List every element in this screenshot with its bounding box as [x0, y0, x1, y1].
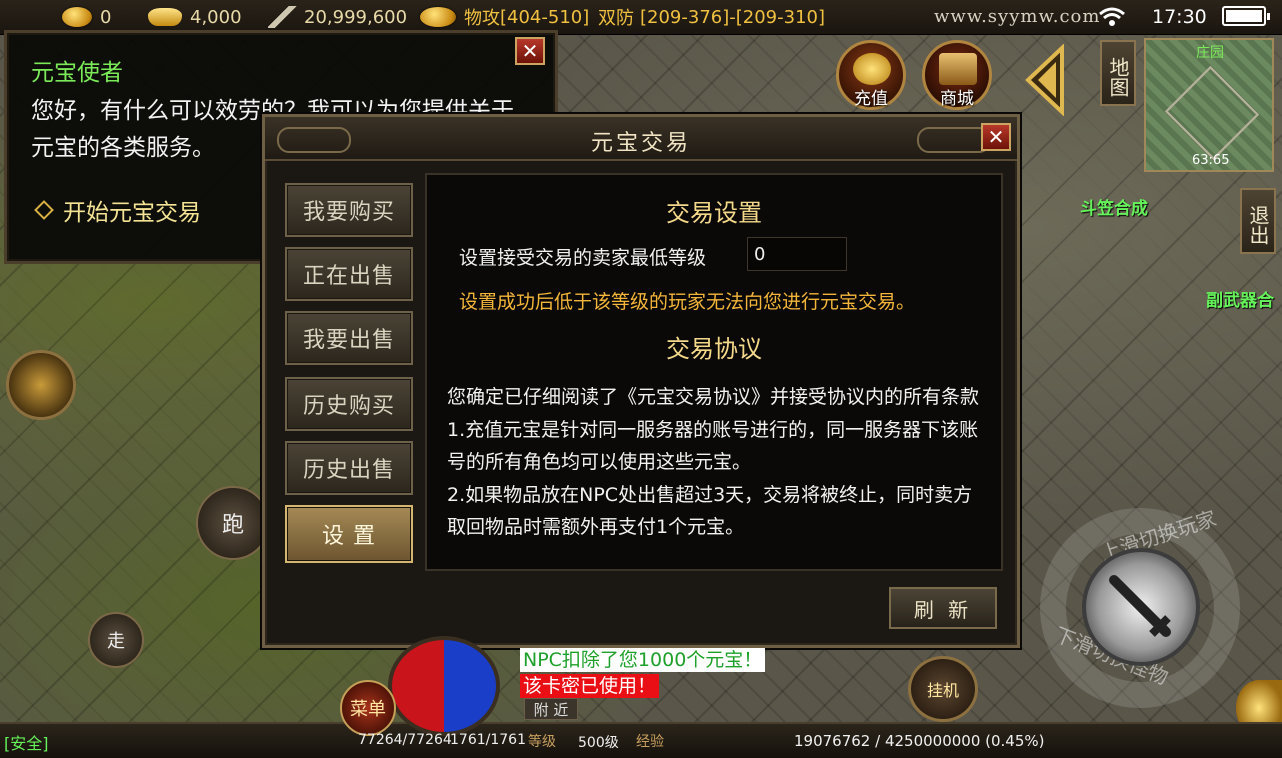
nearby-chat-tab[interactable]: 附 近: [524, 698, 578, 720]
shop-button[interactable]: 商城: [922, 40, 992, 110]
system-message-deduct: NPC扣除了您1000个元宝！: [520, 648, 766, 672]
minimap-coordinates: 63:65: [1192, 153, 1230, 168]
agreement-body: 您确定已仔细阅读了《元宝交易协议》并接受协议内的所有条款 1.充值元宝是针对同一…: [447, 381, 987, 544]
sword-attack-icon: [1109, 575, 1171, 637]
collapse-arrow-button[interactable]: [1022, 43, 1070, 117]
agreement-intro: 您确定已仔细阅读了《元宝交易协议》并接受协议内的所有条款: [447, 386, 980, 408]
agreement-rule-1: 1.充值元宝是针对同一服务器的账号进行的，同一服务器下该账号的所有角色均可以使用…: [447, 418, 979, 474]
helmet-icon[interactable]: [6, 350, 76, 420]
min-level-label: 设置接受交易的卖家最低等级: [459, 247, 707, 269]
exp-value: 19076762 / 4250000000 (0.45%): [794, 732, 1045, 750]
defense-stat: 双防 [209-376]-[209-310]: [598, 6, 826, 30]
system-message-card-used: 该卡密已使用！: [520, 674, 660, 698]
attack-stat: 物攻 [404-510]: [420, 6, 590, 29]
defense-label: 双防: [598, 8, 634, 29]
recharge-label: 充值: [854, 89, 888, 109]
coins-icon: [853, 53, 891, 85]
clock: 17:30: [1152, 6, 1207, 28]
npc-label-offhand-synthesis[interactable]: 副武器合: [1206, 286, 1274, 311]
minimap[interactable]: 庄园 63:65: [1144, 38, 1274, 172]
npc-label-hat-synthesis[interactable]: 斗笠合成: [1080, 194, 1148, 219]
min-level-warning: 设置成功后低于该等级的玩家无法向您进行元宝交易。: [459, 291, 916, 313]
diamond-bullet-icon: [34, 200, 54, 220]
auto-battle-button[interactable]: 挂机: [908, 656, 978, 722]
gold-ingot-icon: [148, 8, 182, 26]
refresh-button[interactable]: 刷 新: [889, 587, 997, 629]
agreement-heading: 交易协议: [666, 335, 762, 363]
sword-icon: [268, 6, 298, 28]
level-label: 等级: [528, 734, 556, 750]
minimap-area-name: 庄园: [1196, 45, 1224, 61]
shop-label: 商城: [940, 89, 974, 109]
settings-heading: 交易设置: [666, 199, 762, 227]
min-level-input[interactable]: [747, 237, 847, 271]
run-button[interactable]: 跑: [196, 486, 270, 560]
ingot-value: 4,000: [190, 6, 242, 28]
ingot-trade-panel: 元宝交易 ✕ 我要购买 正在出售 我要出售 历史购买 历史出售 设 置 交易设置…: [262, 114, 1020, 648]
tab-on-sale[interactable]: 正在出售: [285, 247, 413, 301]
menu-button[interactable]: 菜单: [340, 680, 396, 736]
start-trade-link-label: 开始元宝交易: [63, 200, 201, 226]
attack-value: [404-510]: [500, 6, 590, 28]
attack-button[interactable]: [1082, 548, 1200, 666]
agreement-rule-2: 2.如果物品放在NPC处出售超过3天，交易将被终止，同时卖方取回物品时需额外再支…: [447, 483, 973, 539]
hp-mp-orb: [388, 636, 500, 736]
walk-button[interactable]: 走: [88, 612, 144, 668]
pavilion-icon: [939, 53, 977, 85]
map-button[interactable]: 地图: [1100, 40, 1136, 106]
chevron-left-icon: [1025, 43, 1064, 117]
gold-value: 0: [100, 6, 112, 28]
currency3-value: 20,999,600: [304, 6, 408, 28]
gold-counter: 0: [62, 6, 111, 28]
panel-header: 元宝交易 ✕: [265, 117, 1017, 161]
currency3-counter: 20,999,600: [268, 6, 407, 28]
tab-buy[interactable]: 我要购买: [285, 183, 413, 237]
level-value: 500级: [578, 735, 619, 751]
attack-label: 物攻: [464, 8, 500, 29]
defense-value: [209-376]-[209-310]: [640, 6, 826, 28]
battery-icon: [1222, 6, 1270, 26]
exp-label: 经验: [636, 734, 664, 750]
trade-panel-close-button[interactable]: ✕: [981, 123, 1011, 151]
tab-sale-history[interactable]: 历史出售: [285, 441, 413, 495]
ingot-counter: 4,000: [148, 6, 242, 28]
npc-name-title: 元宝使者: [31, 60, 123, 86]
tab-purchase-history[interactable]: 历史购买: [285, 377, 413, 431]
panel-title: 元宝交易: [590, 131, 691, 156]
settings-content: 交易设置 设置接受交易的卖家最低等级 设置成功后低于该等级的玩家无法向您进行元宝…: [425, 173, 1003, 571]
treasure-icon: [420, 7, 456, 27]
wifi-icon: [1098, 6, 1126, 33]
npc-dialog-close-button[interactable]: ✕: [515, 37, 545, 65]
start-trade-link[interactable]: 开始元宝交易: [34, 193, 201, 227]
tab-settings[interactable]: 设 置: [285, 505, 413, 563]
tab-sell[interactable]: 我要出售: [285, 311, 413, 365]
exit-button[interactable]: 退出: [1240, 188, 1276, 254]
gold-coins-icon: [62, 7, 92, 27]
mp-value: 1761/1761: [450, 732, 526, 748]
minimap-wall: [1164, 65, 1260, 161]
safe-zone-indicator: [安全]: [4, 734, 49, 753]
hp-value: 77264/77264: [358, 732, 452, 748]
site-watermark: www.syymw.com: [934, 6, 1101, 27]
recharge-button[interactable]: 充值: [836, 40, 906, 110]
